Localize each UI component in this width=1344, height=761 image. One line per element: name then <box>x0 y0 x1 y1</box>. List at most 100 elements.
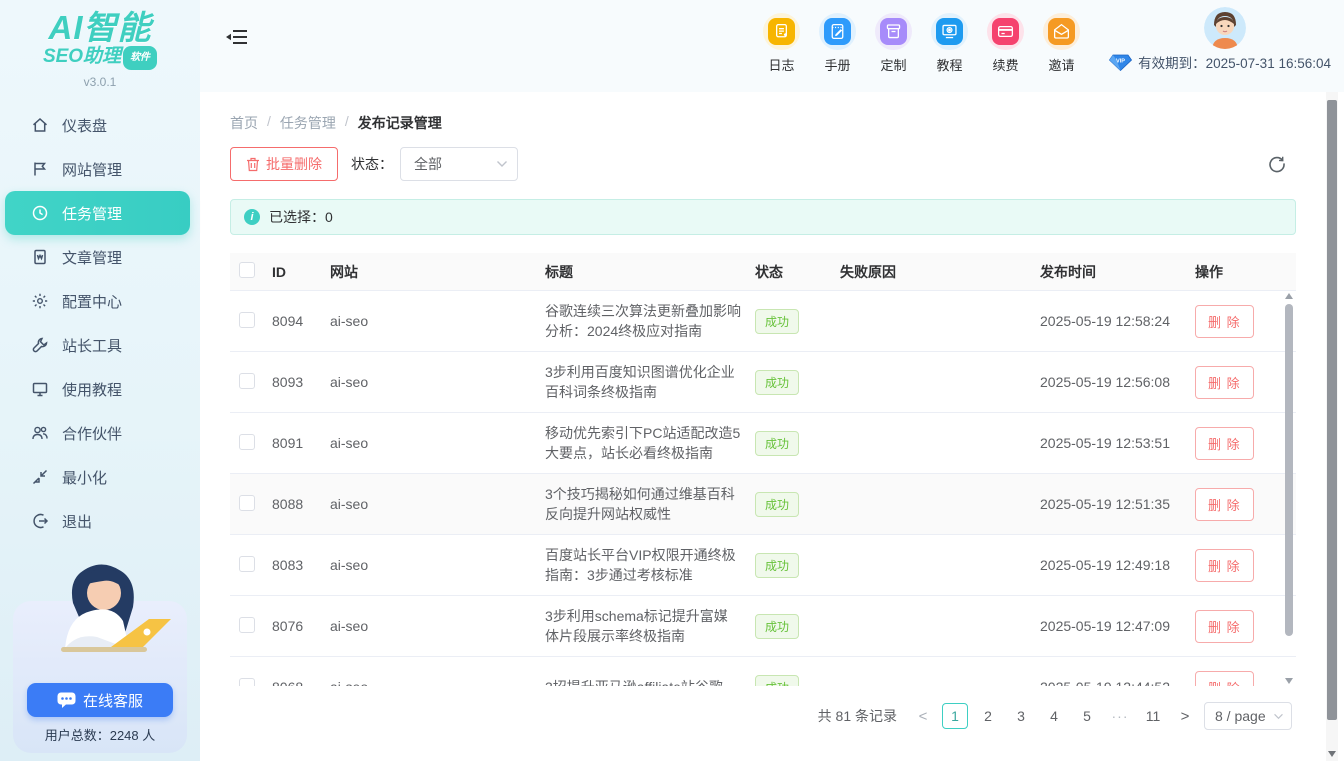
page-button-3[interactable]: 3 <box>1008 703 1034 729</box>
refresh-icon[interactable] <box>1268 155 1286 173</box>
breadcrumb: 首页/任务管理/发布记录管理 <box>230 113 442 133</box>
page-size-select[interactable]: 8 / page <box>1204 702 1292 730</box>
status-filter-value: 全部 <box>414 154 442 174</box>
trash-icon <box>246 157 260 172</box>
flag-icon <box>31 160 49 178</box>
table-row: 8068 ai-seo 3招提升亚马逊affiliate站谷歌 成功 2025-… <box>230 657 1296 686</box>
online-support-button[interactable]: 在线客服 <box>27 683 173 717</box>
batch-delete-button[interactable]: 批量删除 <box>230 147 338 181</box>
avatar[interactable] <box>1204 7 1246 49</box>
wrench-icon <box>31 336 49 354</box>
breadcrumb-separator: / <box>267 113 271 133</box>
next-page-button[interactable]: > <box>1173 702 1197 730</box>
row-checkbox[interactable] <box>239 434 255 450</box>
sidebar-item-dashboard[interactable]: 仪表盘 <box>0 103 200 147</box>
status-filter-select[interactable]: 全部 <box>400 147 518 181</box>
page-button-1[interactable]: 1 <box>942 703 968 729</box>
cell-id: 8076 <box>272 618 330 634</box>
cell-publish-time: 2025-05-19 12:49:18 <box>1040 557 1195 573</box>
app-logo: AI智能 SEO助理软件 v3.0.1 <box>0 0 200 89</box>
page-button-2[interactable]: 2 <box>975 703 1001 729</box>
breadcrumb-item-1[interactable]: 任务管理 <box>280 113 336 133</box>
records-total-text: 共 81 条记录 <box>818 706 897 726</box>
delete-button[interactable]: 删 除 <box>1195 488 1254 521</box>
status-badge: 成功 <box>755 431 799 456</box>
sidebar-item-logout[interactable]: 退出 <box>0 499 200 543</box>
sidebar-item-partners[interactable]: 合作伙伴 <box>0 411 200 455</box>
prev-page-button[interactable]: < <box>911 702 935 730</box>
pagination: 共 81 条记录 < 12345 ··· 11 > 8 / page <box>818 702 1292 730</box>
table-scrollbar-thumb[interactable] <box>1285 304 1293 636</box>
delete-button[interactable]: 删 除 <box>1195 366 1254 399</box>
cell-site: ai-seo <box>330 557 545 573</box>
sidebar-collapse-icon[interactable] <box>226 28 248 46</box>
course-icon <box>936 18 963 45</box>
sidebar-item-minimize[interactable]: 最小化 <box>0 455 200 499</box>
customer-service-card: 在线客服 用户总数：2248 人 <box>13 601 187 753</box>
delete-button[interactable]: 删 除 <box>1195 671 1254 687</box>
table-rows-container: 8094 ai-seo 谷歌连续三次算法更新叠加影响分析：2024终极应对指南 … <box>230 291 1296 686</box>
document-icon <box>31 248 49 266</box>
column-header-actions: 操作 <box>1195 262 1296 282</box>
sidebar-item-tasks[interactable]: 任务管理 <box>5 191 190 235</box>
status-badge: 成功 <box>755 675 799 687</box>
select-all-checkbox[interactable] <box>239 262 255 278</box>
row-checkbox[interactable] <box>239 495 255 511</box>
delete-button[interactable]: 删 除 <box>1195 610 1254 643</box>
gear-icon <box>31 292 49 310</box>
page-button-4[interactable]: 4 <box>1041 703 1067 729</box>
delete-button[interactable]: 删 除 <box>1195 305 1254 338</box>
quick-link-label: 邀请 <box>1043 55 1080 74</box>
sidebar-item-articles[interactable]: 文章管理 <box>0 235 200 279</box>
sidebar-item-label: 合作伙伴 <box>62 423 122 444</box>
quick-link-invite[interactable]: 邀请 <box>1043 13 1080 74</box>
column-header-fail-reason: 失败原因 <box>840 262 1040 282</box>
delete-button[interactable]: 删 除 <box>1195 549 1254 582</box>
total-users-count: 用户总数：2248 人 <box>13 725 187 744</box>
row-checkbox[interactable] <box>239 678 255 687</box>
page-button-11[interactable]: 11 <box>1140 703 1166 729</box>
sidebar-item-config[interactable]: 配置中心 <box>0 279 200 323</box>
sidebar-item-usage-tutorial[interactable]: 使用教程 <box>0 367 200 411</box>
table-row: 8093 ai-seo 3步利用百度知识图谱优化企业百科词条终极指南 成功 20… <box>230 352 1296 413</box>
page-ellipsis: ··· <box>1107 703 1133 729</box>
sidebar-item-label: 配置中心 <box>62 291 122 312</box>
cell-site: ai-seo <box>330 618 545 634</box>
cell-id: 8094 <box>272 313 330 329</box>
sidebar-item-webmaster-tools[interactable]: 站长工具 <box>0 323 200 367</box>
page-size-value: 8 / page <box>1215 708 1266 724</box>
cell-title: 谷歌连续三次算法更新叠加影响分析：2024终极应对指南 <box>545 301 755 341</box>
row-checkbox[interactable] <box>239 312 255 328</box>
main-content: 首页/任务管理/发布记录管理 批量删除 状态： 全部 i 已选择：0 ID 网站… <box>200 92 1344 761</box>
scroll-up-arrow-icon[interactable] <box>1285 293 1293 299</box>
status-badge: 成功 <box>755 309 799 334</box>
row-checkbox[interactable] <box>239 617 255 633</box>
sidebar-item-sites[interactable]: 网站管理 <box>0 147 200 191</box>
page-button-5[interactable]: 5 <box>1074 703 1100 729</box>
row-checkbox[interactable] <box>239 556 255 572</box>
quick-link-custom[interactable]: 定制 <box>875 13 912 74</box>
quick-link-renew[interactable]: 续费 <box>987 13 1024 74</box>
page-scrollbar-thumb[interactable] <box>1327 100 1337 720</box>
support-agent-illustration <box>25 555 175 685</box>
quick-link-label: 定制 <box>875 55 912 74</box>
cell-site: ai-seo <box>330 374 545 390</box>
cell-title: 3步利用百度知识图谱优化企业百科词条终极指南 <box>545 362 755 402</box>
row-checkbox[interactable] <box>239 373 255 389</box>
quick-link-manual[interactable]: 手册 <box>819 13 856 74</box>
records-table: ID 网站 标题 状态 失败原因 发布时间 操作 8094 ai-seo 谷歌连… <box>230 253 1296 686</box>
quick-link-log[interactable]: 日志 <box>763 13 800 74</box>
table-header-row: ID 网站 标题 状态 失败原因 发布时间 操作 <box>230 253 1296 291</box>
delete-button[interactable]: 删 除 <box>1195 427 1254 460</box>
sidebar-item-label: 文章管理 <box>62 247 122 268</box>
selection-count-text: 已选择：0 <box>269 207 333 227</box>
cell-id: 8083 <box>272 557 330 573</box>
quick-link-course[interactable]: 教程 <box>931 13 968 74</box>
breadcrumb-item-0[interactable]: 首页 <box>230 113 258 133</box>
table-row: 8094 ai-seo 谷歌连续三次算法更新叠加影响分析：2024终极应对指南 … <box>230 291 1296 352</box>
page-scroll-down-arrow-icon[interactable] <box>1328 751 1336 757</box>
scroll-down-arrow-icon[interactable] <box>1285 678 1293 684</box>
status-badge: 成功 <box>755 553 799 578</box>
cell-publish-time: 2025-05-19 12:51:35 <box>1040 496 1195 512</box>
cell-publish-time: 2025-05-19 12:53:51 <box>1040 435 1195 451</box>
